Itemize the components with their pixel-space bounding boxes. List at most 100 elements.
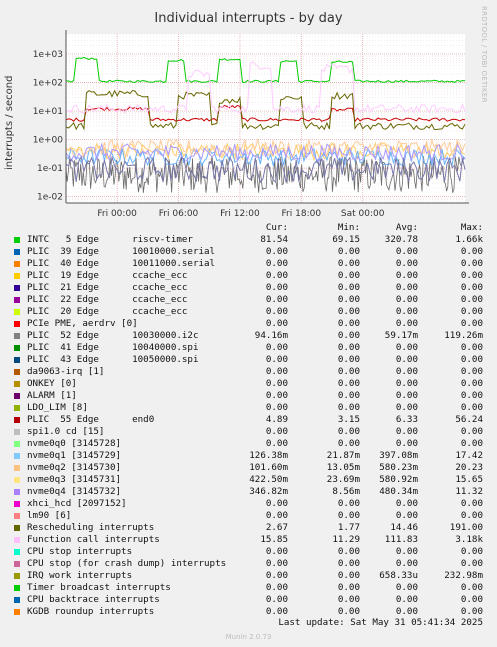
legend-avg-value: 0.00 [395, 390, 418, 401]
legend-row: IRQ work interrupts 0.00 0.00 658.33u 232.98… [0, 570, 497, 582]
legend-max-value: 0.00 [460, 498, 483, 509]
legend-swatch [14, 597, 20, 603]
legend-row: da9063-irq [1] 0.00 0.00 0.00 0.00 [0, 366, 497, 378]
legend-series-name: KGDB roundup interrupts [27, 606, 155, 617]
legend-series-name: nvme0q0 [3145728] [27, 438, 122, 449]
legend-swatch [14, 465, 20, 471]
legend-avg-value: 320.78 [384, 234, 418, 245]
legend-cur-value: 94.16m [254, 330, 288, 341]
legend-row: CPU stop interrupts 0.00 0.00 0.00 0.00 [0, 546, 497, 558]
legend-cur-value: 0.00 [265, 546, 288, 557]
legend-series-name: spi1.0 cd [15] [27, 426, 105, 437]
legend-cur-value: 0.00 [265, 558, 288, 569]
legend-series-name: PLIC 21 Edge ccache_ecc [27, 282, 188, 293]
legend-row: lm90 [6] 0.00 0.00 0.00 0.00 [0, 510, 497, 522]
legend-swatch [14, 237, 20, 243]
legend-row: PLIC 55 Edge end0 4.89 3.15 6.33 56.24 [0, 414, 497, 426]
legend-swatch [14, 537, 20, 543]
legend-row: ONKEY [0] 0.00 0.00 0.00 0.00 [0, 378, 497, 390]
legend-row: PLIC 19 Edge ccache_ecc 0.00 0.00 0.00 0.00 [0, 270, 497, 282]
legend-avg-value: 0.00 [395, 402, 418, 413]
legend-series-name: PLIC 43 Edge 10050000.spi [27, 354, 199, 365]
legend-row: PLIC 41 Edge 10040000.spi 0.00 0.00 0.00 0.0… [0, 342, 497, 354]
legend-cur-value: 0.00 [265, 438, 288, 449]
legend-cur-value: 0.00 [265, 306, 288, 317]
legend-series-name: LDO_LIM [8] [27, 402, 88, 413]
legend-avg-value: 0.00 [395, 378, 418, 389]
legend-swatch [14, 285, 20, 291]
legend-cur-value: 0.00 [265, 390, 288, 401]
legend-cur-value: 2.67 [265, 522, 288, 533]
y-tick-label: 1e+03 [33, 50, 63, 60]
legend-series-name: IRQ work interrupts [27, 570, 133, 581]
legend-row: PCIe PME, aerdrv [0] 0.00 0.00 0.00 0.00 [0, 318, 497, 330]
legend-swatch [14, 357, 20, 363]
legend-row: nvme0q0 [3145728] 0.00 0.00 0.00 0.00 [0, 438, 497, 450]
legend-row: nvme0q1 [3145729] 126.38m 21.87m 397.08m 17.… [0, 450, 497, 462]
legend-series-name: PLIC 40 Edge 10011000.serial [27, 258, 216, 269]
legend-series-name: CPU stop interrupts [27, 546, 133, 557]
legend-avg-value: 0.00 [395, 270, 418, 281]
legend-series-name: PLIC 41 Edge 10040000.spi [27, 342, 199, 353]
legend-swatch [14, 321, 20, 327]
legend-cur-value: 422.50m [249, 474, 288, 485]
col-max: Max: [460, 222, 483, 233]
legend-swatch [14, 441, 20, 447]
legend-row: PLIC 21 Edge ccache_ecc 0.00 0.00 0.00 0.00 [0, 282, 497, 294]
legend-series-name: nvme0q2 [3145730] [27, 462, 122, 473]
legend-cur-value: 0.00 [265, 426, 288, 437]
legend-series-name: PLIC 20 Edge ccache_ecc [27, 306, 188, 317]
legend-max-value: 0.00 [460, 558, 483, 569]
legend-swatch [14, 297, 20, 303]
x-tick-label: Fri 12:00 [220, 209, 260, 219]
legend-swatch [14, 477, 20, 483]
legend-cur-value: 126.38m [249, 450, 288, 461]
legend-max-value: 0.00 [460, 582, 483, 593]
legend-row: PLIC 39 Edge 10010000.serial 0.00 0.00 0.00… [0, 246, 497, 258]
legend-series-name: Rescheduling interrupts [27, 522, 155, 533]
legend-cur-value: 346.82m [249, 486, 288, 497]
legend-swatch [14, 585, 20, 591]
legend-cur-value: 0.00 [265, 402, 288, 413]
legend-cur-value: 0.00 [265, 570, 288, 581]
legend-avg-value: 0.00 [395, 354, 418, 365]
legend-avg-value: 0.00 [395, 294, 418, 305]
legend-row: CPU backtrace interrupts 0.00 0.00 0.00 0.00 [0, 594, 497, 606]
legend-row: spi1.0 cd [15] 0.00 0.00 0.00 0.00 [0, 426, 497, 438]
legend-avg-value: 6.33 [395, 414, 418, 425]
munin-version: Munin 2.0.73 [225, 633, 272, 641]
legend-cur-value: 0.00 [265, 294, 288, 305]
legend-series-name: PLIC 39 Edge 10010000.serial [27, 246, 216, 257]
legend-max-value: 56.24 [455, 414, 483, 425]
legend-row: LDO_LIM [8] 0.00 0.00 0.00 0.00 [0, 402, 497, 414]
legend-series-name: PLIC 55 Edge end0 [27, 414, 155, 425]
legend-max-value: 0.00 [460, 402, 483, 413]
last-update: Last update: Sat May 31 05:41:34 2025 [278, 617, 483, 628]
legend-cur-value: 0.00 [265, 318, 288, 329]
legend-row: PLIC 40 Edge 10011000.serial 0.00 0.00 0.00… [0, 258, 497, 270]
y-tick-label: 1e+02 [33, 78, 63, 88]
legend-swatch [14, 333, 20, 339]
legend-series-name: PLIC 22 Edge ccache_ecc [27, 294, 188, 305]
legend-avg-value: 111.83 [384, 534, 418, 545]
legend-series-name: PCIe PME, aerdrv [0] [27, 318, 138, 329]
legend-max-value: 1.66k [455, 234, 483, 245]
legend-swatch [14, 525, 20, 531]
legend-avg-value: 0.00 [395, 342, 418, 353]
legend-avg-value: 658.33u [379, 570, 418, 581]
col-cur: Cur: [265, 222, 288, 233]
legend-row: ALARM [1] 0.00 0.00 0.00 0.00 [0, 390, 497, 402]
legend-swatch [14, 453, 20, 459]
legend-swatch [14, 573, 20, 579]
legend-max-value: 0.00 [460, 426, 483, 437]
legend-swatch [14, 549, 20, 555]
legend-series-name: Function call interrupts [27, 534, 160, 545]
legend-row: INTC 5 Edge riscv-timer 81.54 69.15 320.78 1… [0, 234, 497, 246]
legend-avg-value: 0.00 [395, 594, 418, 605]
y-tick-label: 1e-02 [37, 193, 63, 203]
legend-cur-value: 0.00 [265, 510, 288, 521]
legend-row: PLIC 52 Edge 10030000.i2c 94.16m 0.00 59.17… [0, 330, 497, 342]
legend-row: Function call interrupts 15.85 11.29 111.83… [0, 534, 497, 546]
legend-cur-value: 15.85 [260, 534, 288, 545]
legend-max-value: 191.00 [449, 522, 483, 533]
